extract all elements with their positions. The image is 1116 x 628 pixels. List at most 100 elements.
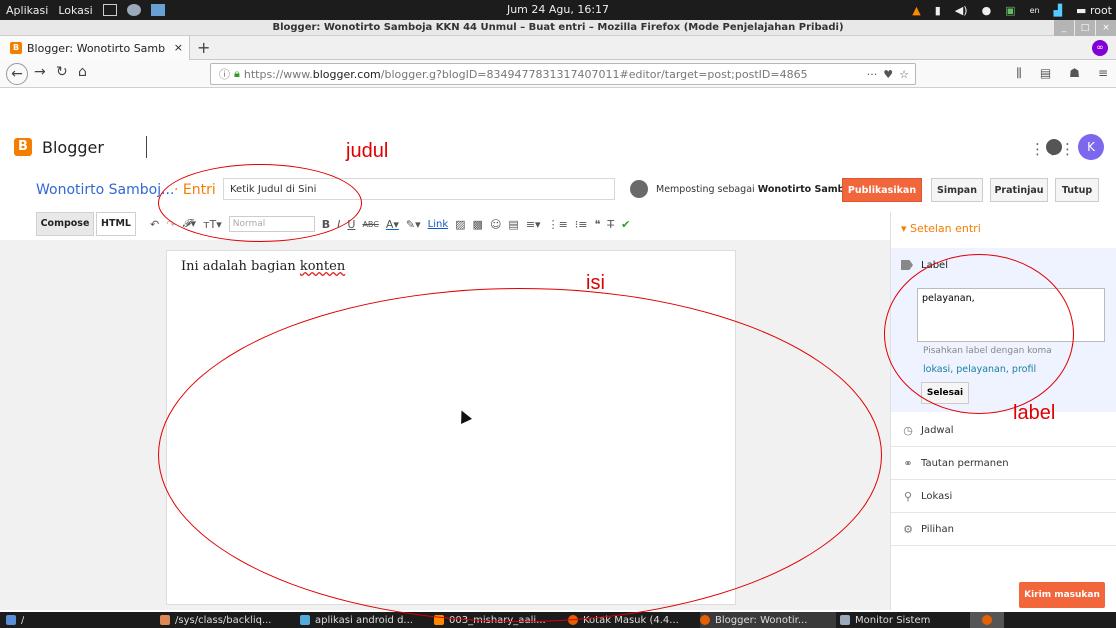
sidebar-item-schedule[interactable]: ◷ Jadwal: [891, 414, 1116, 447]
keyboard-layout[interactable]: en: [1030, 6, 1040, 15]
redo-icon[interactable]: ↷: [166, 218, 175, 231]
insert-image-icon[interactable]: ▨: [455, 218, 465, 231]
post-settings-header[interactable]: ▾ Setelan entri: [901, 222, 981, 235]
strikethrough-icon[interactable]: ABC: [362, 220, 378, 229]
pocket-icon[interactable]: ♥: [883, 68, 893, 81]
blogger-brand[interactable]: Blogger: [42, 138, 104, 157]
task-kotak-masuk[interactable]: Kotak Masuk (4.4...: [568, 612, 694, 628]
blogger-logo-icon[interactable]: B: [14, 138, 32, 156]
task-sysclass[interactable]: /sys/class/backliq...: [160, 612, 300, 628]
sidebar-toggle-icon[interactable]: ▤: [1040, 66, 1051, 81]
minimize-icon[interactable]: _: [1054, 20, 1074, 36]
undo-icon[interactable]: ↶: [150, 218, 159, 231]
display-icon[interactable]: ▣: [1005, 4, 1015, 17]
notifications-icon[interactable]: [1046, 139, 1062, 155]
sidebar-item-label: Tautan permanen: [921, 457, 1009, 469]
url-bar[interactable]: ⓘ 🔒︎ https://www. blogger.com/blogger.g?b…: [210, 63, 916, 85]
post-settings-title: Setelan entri: [910, 222, 981, 235]
label-title: Label: [921, 260, 948, 271]
monitor-icon[interactable]: [150, 4, 165, 16]
bluetooth-icon[interactable]: ●: [982, 4, 992, 17]
back-icon[interactable]: ←: [6, 63, 28, 85]
image-icon: [300, 615, 310, 625]
workspace-switcher[interactable]: [970, 612, 1004, 628]
sidebar-item-location[interactable]: ⚲ Lokasi: [891, 480, 1116, 513]
sidebar-item-options[interactable]: ⚙ Pilihan: [891, 513, 1116, 546]
terminal-icon[interactable]: [102, 4, 117, 16]
align-icon[interactable]: ≡▾: [526, 218, 541, 231]
html-mode-button[interactable]: HTML: [96, 212, 136, 236]
bullet-list-icon[interactable]: ⁝≡: [575, 218, 588, 231]
post-body-editor[interactable]: Ini adalah bagian konten: [166, 250, 736, 605]
user-menu[interactable]: ▬ root: [1076, 4, 1112, 17]
highlight-icon[interactable]: ✎▾: [406, 218, 421, 231]
done-button[interactable]: Selesai: [921, 382, 969, 404]
blogger-header: B Blogger ⋮⋮⋮ K: [0, 88, 1116, 172]
reload-icon[interactable]: ↻: [56, 64, 68, 80]
format-select[interactable]: Normal: [228, 216, 315, 232]
taskbar-folder[interactable]: /: [6, 612, 24, 628]
battery-icon[interactable]: ▮: [935, 4, 941, 17]
forward-icon[interactable]: →: [34, 64, 46, 80]
insert-video-icon[interactable]: ▩: [473, 218, 483, 231]
close-window-icon[interactable]: ×: [1096, 20, 1116, 36]
sidebar-item-permalink[interactable]: ⚭ Tautan permanen: [891, 447, 1116, 480]
task-mishary[interactable]: 003_mishary_aali...: [434, 612, 564, 628]
text-color-icon[interactable]: A▾: [386, 218, 399, 231]
task-monitor[interactable]: Monitor Sistem: [840, 612, 950, 628]
label-input[interactable]: [917, 288, 1105, 342]
quote-icon[interactable]: ❝: [595, 218, 601, 231]
hamburger-menu-icon[interactable]: ≡: [1098, 66, 1108, 81]
save-button[interactable]: Simpan: [931, 178, 983, 202]
home-icon[interactable]: ⌂: [78, 64, 87, 80]
task-label: Blogger: Wonotir...: [715, 614, 808, 626]
avatar[interactable]: K: [1078, 134, 1104, 160]
info-icon[interactable]: ⓘ: [219, 66, 230, 82]
new-tab-icon[interactable]: +: [197, 38, 210, 57]
numbered-list-icon[interactable]: ⋮≡: [548, 218, 568, 231]
publish-button[interactable]: Publikasikan: [842, 178, 922, 202]
clear-format-icon[interactable]: T̶: [607, 218, 614, 231]
places-menu[interactable]: Lokasi: [58, 4, 92, 17]
title-annotation-text: judul: [346, 140, 389, 162]
italic-icon[interactable]: I: [337, 218, 340, 231]
font-size-icon[interactable]: тT▾: [203, 218, 222, 231]
compose-mode-button[interactable]: Compose: [36, 212, 94, 236]
task-aplikasi[interactable]: aplikasi android d...: [300, 612, 430, 628]
jump-break-icon[interactable]: ▤: [508, 218, 518, 231]
close-tab-icon[interactable]: ×: [174, 41, 183, 54]
user-icon: ▬: [1076, 3, 1090, 17]
firefox-icon: [982, 615, 992, 625]
header-divider: [146, 136, 147, 158]
send-feedback-button[interactable]: Kirim masukan: [1019, 582, 1105, 608]
url-domain: blogger.com: [312, 67, 381, 81]
editor-area: Ini adalah bagian konten: [0, 240, 890, 610]
spellcheck-icon[interactable]: ✔: [621, 218, 630, 231]
bookmark-star-icon[interactable]: ☆: [899, 68, 909, 81]
firefox-icon: [700, 615, 710, 625]
blog-title-link[interactable]: Wonotirto Samboj...: [36, 182, 174, 198]
font-family-icon[interactable]: 𝓕▾: [182, 217, 196, 231]
bold-icon[interactable]: B: [322, 218, 330, 231]
preview-button[interactable]: Pratinjau: [990, 178, 1048, 202]
maximize-icon[interactable]: □: [1075, 20, 1095, 36]
link-icon: ⚭: [903, 456, 913, 470]
label-hint: Pisahkan label dengan koma: [923, 346, 1052, 356]
emoji-icon[interactable]: ☺: [490, 218, 501, 231]
volume-icon[interactable]: ◀): [955, 4, 968, 17]
vlc-icon[interactable]: ▲: [912, 4, 920, 17]
task-blogger[interactable]: Blogger: Wonotir...: [700, 612, 836, 628]
close-button[interactable]: Tutup: [1055, 178, 1099, 202]
window-title: Blogger: Wonotirto Samboja KKN 44 Unmul …: [0, 20, 1116, 36]
post-title-input[interactable]: [223, 178, 615, 200]
label-suggestions[interactable]: lokasi, pelayanan, profil: [923, 364, 1036, 375]
link-button[interactable]: Link: [428, 219, 448, 230]
settings-app-icon[interactable]: [126, 4, 141, 16]
browser-tab[interactable]: B Blogger: Wonotirto Samb ×: [0, 36, 190, 60]
page-actions-icon[interactable]: ···: [867, 68, 878, 81]
network-signal-icon[interactable]: ▟: [1054, 4, 1062, 17]
library-icon[interactable]: ⫼: [1016, 66, 1022, 81]
underline-icon[interactable]: U: [347, 218, 355, 231]
extension-icon[interactable]: ☗: [1069, 66, 1080, 81]
applications-menu[interactable]: Aplikasi: [6, 4, 48, 17]
